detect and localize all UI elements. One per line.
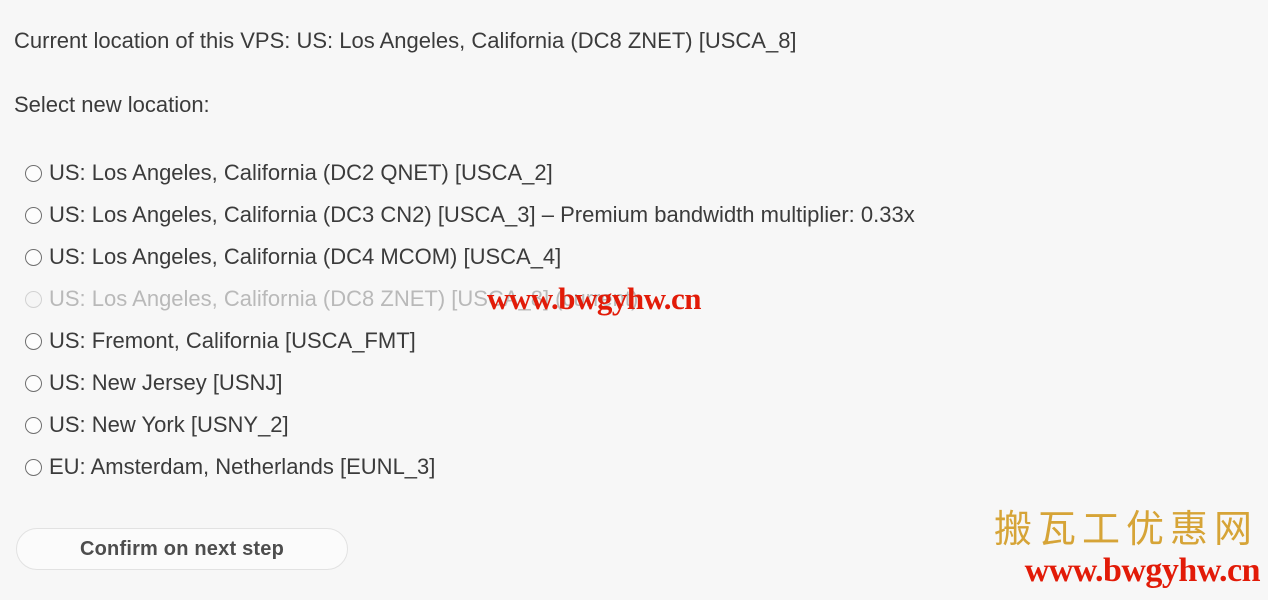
radio-usca-2[interactable] xyxy=(25,164,42,182)
radio-usny-2[interactable] xyxy=(25,416,42,434)
confirm-on-next-step-button[interactable]: Confirm on next step xyxy=(16,528,348,570)
location-label-usca-8: US: Los Angeles, California (DC8 ZNET) [… xyxy=(49,286,639,311)
radio-usnj[interactable] xyxy=(25,374,42,392)
location-change-page: Current location of this VPS: US: Los An… xyxy=(0,0,1268,600)
location-option-usca-4[interactable]: US: Los Angeles, California (DC4 MCOM) [… xyxy=(14,236,1254,278)
radio-usca-8 xyxy=(25,290,42,308)
location-label-usca-3: US: Los Angeles, California (DC3 CN2) [U… xyxy=(49,202,915,227)
location-label-usca-2: US: Los Angeles, California (DC2 QNET) [… xyxy=(49,160,553,185)
radio-eunl-3[interactable] xyxy=(25,458,42,476)
location-label-usnj: US: New Jersey [USNJ] xyxy=(49,370,283,395)
radio-usca-fmt[interactable] xyxy=(25,332,42,350)
location-radio-group: US: Los Angeles, California (DC2 QNET) [… xyxy=(14,152,1254,488)
location-option-usnj[interactable]: US: New Jersey [USNJ] xyxy=(14,362,1254,404)
location-label-eunl-3: EU: Amsterdam, Netherlands [EUNL_3] xyxy=(49,454,436,479)
watermark-site-name-chinese: 搬瓦工优惠网 xyxy=(993,509,1258,551)
location-option-usca-2[interactable]: US: Los Angeles, California (DC2 QNET) [… xyxy=(14,152,1254,194)
location-option-usny-2[interactable]: US: New York [USNY_2] xyxy=(14,404,1254,446)
location-option-usca-3[interactable]: US: Los Angeles, California (DC3 CN2) [U… xyxy=(14,194,1254,236)
watermark-site-url: www.bwgyhw.cn xyxy=(1024,552,1261,589)
current-location-text: Current location of this VPS: US: Los An… xyxy=(14,28,797,53)
location-label-usny-2: US: New York [USNY_2] xyxy=(49,412,289,437)
location-option-usca-8-current: US: Los Angeles, California (DC8 ZNET) [… xyxy=(14,278,1254,320)
location-label-usca-fmt: US: Fremont, California [USCA_FMT] xyxy=(49,328,416,353)
watermark-corner: 搬瓦工优惠网 www.bwgyhw.cn xyxy=(993,508,1261,590)
radio-usca-3[interactable] xyxy=(25,206,42,224)
select-new-location-label: Select new location: xyxy=(14,92,210,117)
location-option-eunl-3[interactable]: EU: Amsterdam, Netherlands [EUNL_3] xyxy=(14,446,1254,488)
location-label-usca-4: US: Los Angeles, California (DC4 MCOM) [… xyxy=(49,244,562,269)
radio-usca-4[interactable] xyxy=(25,248,42,266)
location-option-usca-fmt[interactable]: US: Fremont, California [USCA_FMT] xyxy=(14,320,1254,362)
